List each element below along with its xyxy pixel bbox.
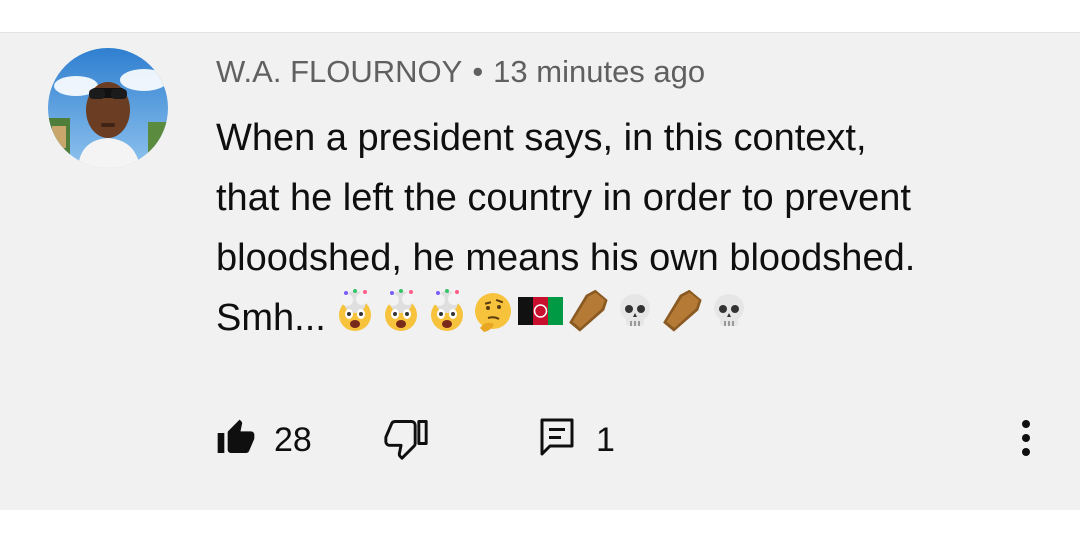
exploding-head-emoji-icon — [378, 288, 424, 352]
comment-body: When a president says, in this context, … — [216, 108, 1016, 352]
comment-line-4-text: Smh... — [216, 297, 326, 340]
like-button[interactable]: 28 — [216, 408, 312, 472]
meta-separator: • — [472, 54, 484, 89]
coffin-emoji-icon — [658, 288, 706, 352]
thumbs-down-icon — [384, 416, 428, 465]
exploding-head-emoji-icon — [332, 288, 378, 352]
comment-meta: W.A. FLOURNOY • 13 minutes ago — [216, 52, 705, 92]
bottom-strip — [0, 510, 1080, 545]
comment-line-2: that he left the country in order to pre… — [216, 177, 911, 219]
exploding-head-emoji-icon — [424, 288, 470, 352]
comment-line-3: bloodshed, he means his own bloodshed. — [216, 237, 916, 279]
like-count: 28 — [274, 420, 312, 459]
reply-button[interactable]: 1 — [538, 408, 615, 472]
thinking-face-emoji-icon — [470, 288, 516, 352]
reply-icon — [538, 416, 578, 465]
top-strip — [0, 0, 1080, 32]
avatar[interactable] — [48, 48, 168, 168]
timestamp[interactable]: 13 minutes ago — [493, 54, 705, 89]
dislike-button[interactable] — [384, 408, 428, 472]
comment-line-4: Smh... — [216, 288, 1016, 352]
emoji-row — [332, 288, 752, 352]
comment-action-bar: 28 1 — [0, 408, 1080, 472]
coffin-emoji-icon — [564, 288, 612, 352]
afghanistan-flag-emoji-icon — [516, 288, 564, 352]
skull-emoji-icon — [706, 288, 752, 352]
skull-emoji-icon — [612, 288, 658, 352]
more-options-button[interactable] — [1008, 408, 1044, 472]
comment-line-1: When a president says, in this context, — [216, 117, 867, 159]
reply-count: 1 — [596, 420, 615, 459]
more-vert-icon — [1020, 418, 1032, 463]
thumbs-up-icon — [216, 418, 256, 463]
author-name[interactable]: W.A. FLOURNOY — [216, 54, 462, 89]
